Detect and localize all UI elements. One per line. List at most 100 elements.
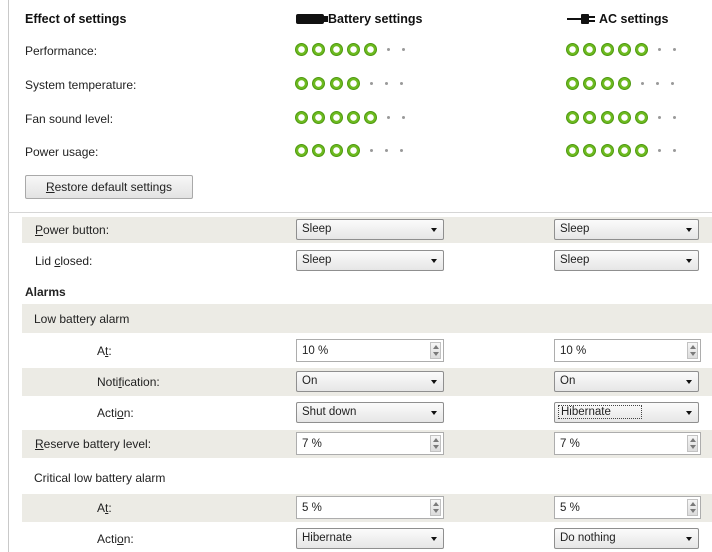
power-button-battery-select[interactable]: Sleep (296, 219, 444, 240)
rating-dot-filled-icon (617, 77, 631, 90)
restore-default-settings-button[interactable]: Restore default settings (25, 175, 193, 199)
rating-dot-filled-icon (295, 111, 308, 124)
low-notification-ac-value: On (560, 375, 576, 387)
rating-dot-filled-icon (312, 144, 326, 157)
critical-action-battery-select[interactable]: Hibernate (296, 528, 444, 549)
critical-at-battery-value: 5 % (302, 502, 322, 514)
critical-action-ac-select[interactable]: Do nothing (554, 528, 699, 549)
low-notification-battery-value: On (302, 375, 318, 387)
lid-closed-ac-value: Sleep (560, 254, 590, 266)
rating-dot-empty-icon (671, 82, 675, 85)
low-action-battery-value: Shut down (302, 406, 357, 418)
chevron-down-icon (686, 228, 692, 232)
rating-dot-empty-icon (385, 149, 389, 152)
critical-battery-alarm-label: Critical low battery alarm (34, 471, 166, 485)
rating-dot-filled-icon (635, 43, 649, 56)
rating-dot-empty-icon (402, 48, 406, 51)
rating-dot-empty-icon (658, 116, 662, 119)
rating-dot-filled-icon (346, 111, 360, 124)
spinner-arrows-icon[interactable] (430, 499, 441, 516)
critical-at-ac-spinbox[interactable]: 5 % (554, 496, 701, 519)
rating-dot-empty-icon (402, 116, 406, 119)
spinner-arrows-icon[interactable] (687, 499, 698, 516)
reserve-battery-spinbox[interactable]: 7 % (296, 432, 444, 455)
lid-closed-ac-select[interactable]: Sleep (554, 250, 699, 271)
low-at-battery-spinbox[interactable]: 10 % (296, 339, 444, 362)
reserve-ac-spinbox[interactable]: 7 % (554, 432, 701, 455)
chevron-down-icon (431, 537, 437, 541)
spinner-arrows-icon[interactable] (430, 435, 441, 452)
rating-dot-empty-icon (387, 48, 391, 51)
low-notification-ac-select[interactable]: On (554, 371, 699, 392)
low-action-battery-select[interactable]: Shut down (296, 402, 444, 423)
rating-dot-empty-icon (673, 149, 677, 152)
low-at-label: At: (97, 344, 112, 358)
low-battery-alarm-row: Low battery alarm (22, 304, 712, 333)
rating-dot-empty-icon (673, 116, 677, 119)
low-notification-label: Notification: (97, 375, 160, 389)
low-at-ac-value: 10 % (560, 345, 587, 357)
rating-dot-filled-icon (600, 43, 614, 56)
rating-dot-empty-icon (370, 82, 374, 85)
battery-icon (296, 14, 328, 24)
rating-dot-empty-icon (658, 149, 662, 152)
rating-dot-empty-icon (658, 48, 662, 51)
reserve-battery-value: 7 % (302, 438, 322, 450)
battery-settings-label: Battery settings (328, 12, 423, 26)
power-button-ac-value: Sleep (560, 223, 590, 235)
critical-action-ac-value: Do nothing (560, 532, 616, 544)
rating-dot-filled-icon (329, 111, 343, 124)
low-action-label: Action: (97, 406, 134, 420)
rating-dot-filled-icon (635, 111, 649, 124)
rating-dot-empty-icon (385, 82, 389, 85)
rating-dot-filled-icon (364, 43, 378, 56)
low-battery-alarm-label: Low battery alarm (34, 312, 130, 326)
chevron-down-icon (686, 537, 692, 541)
low-action-ac-value: Hibernate (558, 405, 642, 419)
rating-dot-filled-icon (600, 77, 614, 90)
spinner-arrows-icon[interactable] (687, 342, 698, 359)
effect-of-settings-heading: Effect of settings (25, 12, 127, 26)
chevron-down-icon (431, 411, 437, 415)
rating-dot-empty-icon (370, 149, 374, 152)
section-divider (8, 212, 712, 213)
performance-label: Performance: (25, 44, 98, 58)
low-action-ac-select[interactable]: Hibernate (554, 402, 699, 423)
chevron-down-icon (686, 380, 692, 384)
rating-dot-filled-icon (635, 144, 649, 157)
power-button-label: Power button: (35, 223, 110, 237)
rating-dot-empty-icon (656, 82, 660, 85)
spinner-arrows-icon[interactable] (430, 342, 441, 359)
reserve-battery-level-label: Reserve battery level: (35, 437, 152, 451)
rating-dot-filled-icon (583, 144, 597, 157)
system-temperature-ac-rating (566, 77, 680, 90)
alarms-heading: Alarms (25, 285, 66, 299)
rating-dot-filled-icon (295, 43, 308, 56)
rating-dot-filled-icon (312, 111, 326, 124)
critical-action-label: Action: (97, 532, 134, 546)
restore-mnemonic: R (45, 180, 55, 194)
power-usage-label: Power usage: (25, 145, 99, 159)
rating-dot-empty-icon (673, 48, 677, 51)
ac-settings-label: AC settings (599, 12, 669, 26)
rating-dot-filled-icon (566, 111, 579, 124)
critical-at-battery-spinbox[interactable]: 5 % (296, 496, 444, 519)
fan-sound-level-label: Fan sound level: (25, 112, 114, 126)
rating-dot-filled-icon (346, 77, 360, 90)
rating-dot-empty-icon (400, 82, 404, 85)
rating-dot-empty-icon (387, 116, 391, 119)
rating-dot-filled-icon (600, 111, 614, 124)
low-notification-battery-select[interactable]: On (296, 371, 444, 392)
lid-closed-battery-select[interactable]: Sleep (296, 250, 444, 271)
rating-dot-filled-icon (600, 144, 614, 157)
spinner-arrows-icon[interactable] (687, 435, 698, 452)
rating-dot-filled-icon (295, 144, 308, 157)
system-temperature-label: System temperature: (25, 78, 137, 92)
rating-dot-filled-icon (329, 144, 343, 157)
critical-battery-alarm-row: Critical low battery alarm (22, 463, 712, 491)
rating-dot-filled-icon (312, 77, 326, 90)
window-left-border (8, 0, 9, 552)
low-at-ac-spinbox[interactable]: 10 % (554, 339, 701, 362)
rating-dot-filled-icon (329, 77, 343, 90)
power-button-ac-select[interactable]: Sleep (554, 219, 699, 240)
